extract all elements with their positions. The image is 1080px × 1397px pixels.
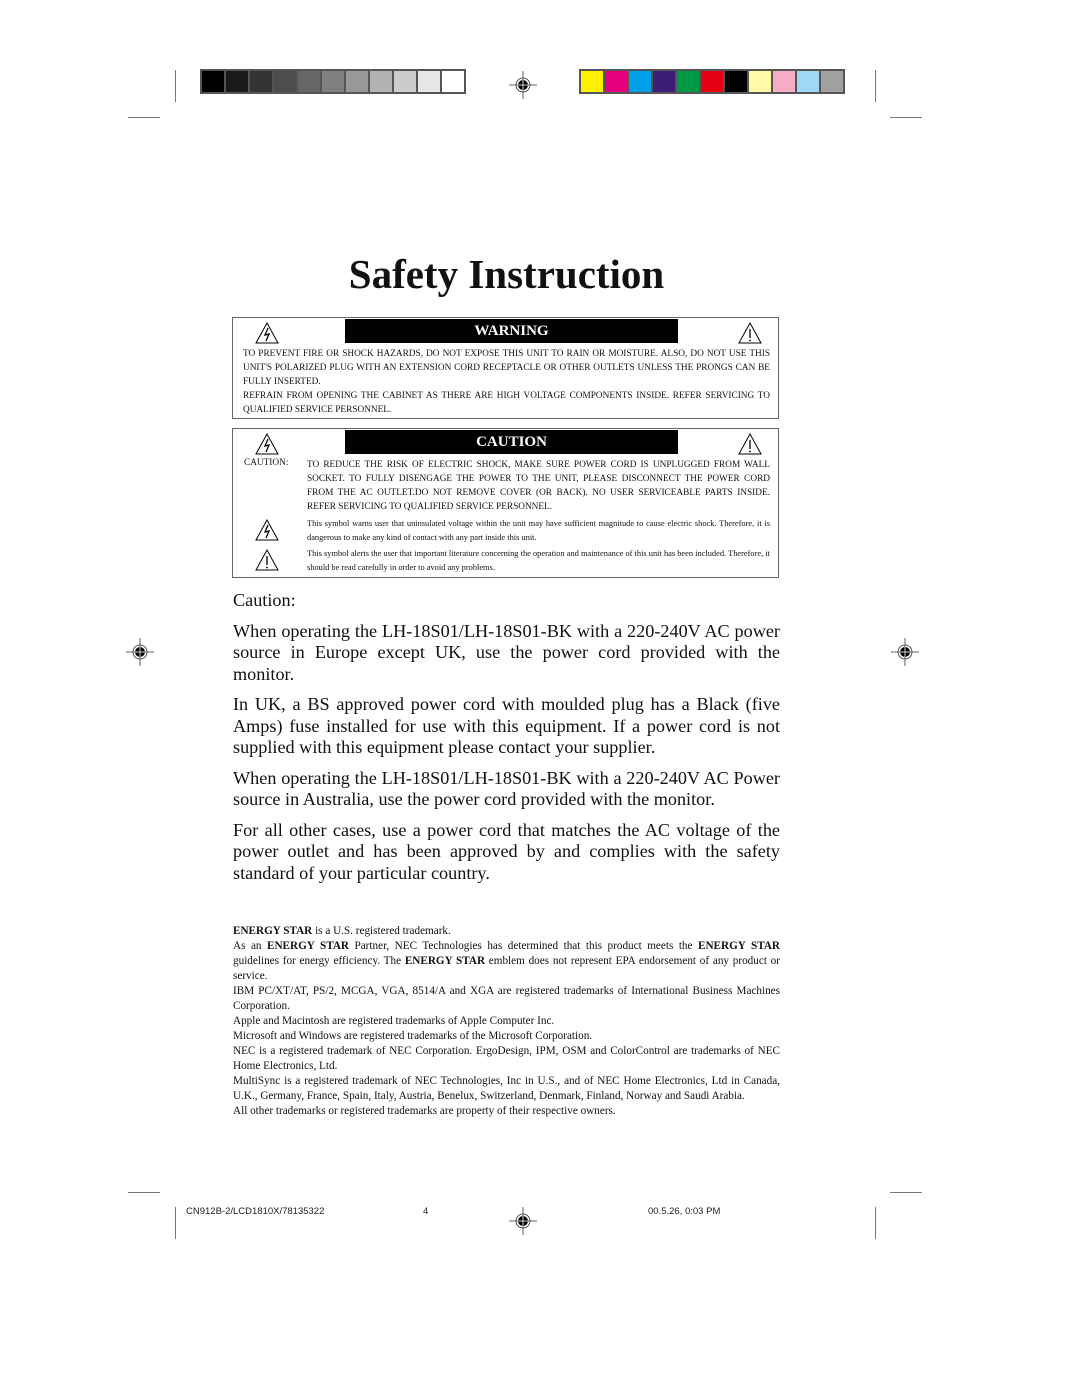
registration-mark-icon — [509, 1207, 537, 1235]
color-swatch — [226, 71, 248, 92]
symbol-explanation: This symbol alerts the user that importa… — [233, 547, 770, 575]
color-swatch — [725, 71, 747, 92]
color-swatch — [773, 71, 795, 92]
grayscale-color-bar — [200, 69, 466, 94]
color-swatch — [322, 71, 344, 92]
electric-shock-warning-icon — [255, 322, 279, 344]
energy-star-term: ENERGY STAR — [267, 940, 349, 952]
color-swatch — [274, 71, 296, 92]
color-swatch — [581, 71, 603, 92]
electric-shock-warning-icon — [255, 433, 279, 455]
warning-box: WARNING TO PREVENT FIRE OR SHOCK HAZARDS… — [232, 317, 779, 419]
registration-mark-icon — [509, 71, 537, 99]
crop-mark — [128, 117, 160, 118]
crop-mark — [875, 70, 876, 102]
warning-paragraph: REFRAIN FROM OPENING THE CABINET AS THER… — [243, 391, 770, 415]
color-swatch — [701, 71, 723, 92]
trademark-text: guidelines for energy efficiency. The — [233, 955, 405, 967]
registration-mark-icon — [126, 638, 154, 666]
trademark-text: As an — [233, 940, 268, 952]
energy-star-term: ENERGY STAR — [698, 940, 780, 952]
registration-mark-icon — [891, 638, 919, 666]
energy-star-term: ENERGY STAR — [233, 925, 313, 937]
trademark-line: All other trademarks or registered trade… — [233, 1105, 616, 1117]
trademark-energy-star: ENERGY STAR is a U.S. registered tradema… — [233, 924, 780, 939]
body-heading: Caution: — [233, 590, 296, 610]
color-swatch — [442, 71, 464, 92]
trademark-notices: ENERGY STAR is a U.S. registered tradema… — [233, 924, 780, 1119]
trademark-line: NEC is a registered trademark of NEC Cor… — [233, 1045, 780, 1072]
process-color-bar — [579, 69, 845, 94]
symbol-explanation-text: This symbol warns user that uninsulated … — [307, 519, 770, 542]
exclamation-warning-icon — [738, 322, 762, 344]
energy-star-term: ENERGY STAR — [404, 955, 486, 967]
exclamation-warning-icon — [738, 433, 762, 455]
symbol-explanation: This symbol warns user that uninsulated … — [233, 517, 770, 545]
exclamation-warning-icon — [255, 549, 279, 571]
trademark-energy-star-partner: As an ENERGY STAR Partner, NEC Technolog… — [233, 939, 780, 984]
crop-mark — [175, 1207, 176, 1239]
crop-mark — [890, 117, 922, 118]
trademark-text: is a U.S. registered trademark. — [312, 925, 451, 937]
color-swatch — [394, 71, 416, 92]
trademark-line: Apple and Macintosh are registered trade… — [233, 1015, 555, 1027]
crop-mark — [128, 1192, 160, 1193]
trademark-line: Microsoft and Windows are registered tra… — [233, 1030, 593, 1042]
color-swatch — [370, 71, 392, 92]
trademark-text: Partner, NEC Technologies has determined… — [348, 940, 699, 952]
color-swatch — [418, 71, 440, 92]
crop-mark — [175, 70, 176, 102]
body-paragraph: When operating the LH-18S01/LH-18S01-BK … — [233, 620, 780, 684]
warning-paragraph: TO PREVENT FIRE OR SHOCK HAZARDS, DO NOT… — [243, 349, 770, 387]
color-swatch — [797, 71, 819, 92]
caution-label: CAUTION: — [244, 458, 289, 468]
trademark-line: IBM PC/XT/AT, PS/2, MCGA, VGA, 8514/A an… — [233, 985, 780, 1012]
color-swatch — [821, 71, 843, 92]
color-swatch — [677, 71, 699, 92]
symbol-explanation-text: This symbol alerts the user that importa… — [307, 549, 770, 572]
body-paragraph: When operating the LH-18S01/LH-18S01-BK … — [233, 767, 780, 810]
crop-mark — [890, 1192, 922, 1193]
caution-text: TO REDUCE THE RISK OF ELECTRIC SHOCK, MA… — [307, 460, 770, 512]
page-title: Safety Instruction — [348, 251, 665, 297]
warning-text: TO PREVENT FIRE OR SHOCK HAZARDS, DO NOT… — [243, 347, 770, 417]
color-swatch — [346, 71, 368, 92]
color-swatch — [629, 71, 651, 92]
color-swatch — [202, 71, 224, 92]
footer-page-number: 4 — [423, 1206, 429, 1217]
color-swatch — [749, 71, 771, 92]
footer-file-id: CN912B-2/LCD1810X/78135322 — [186, 1206, 325, 1217]
body-text: Caution: When operating the LH-18S01/LH-… — [233, 590, 780, 893]
color-swatch — [250, 71, 272, 92]
electric-shock-warning-icon — [255, 519, 279, 541]
body-paragraph: In UK, a BS approved power cord with mou… — [233, 694, 780, 757]
crop-mark — [875, 1207, 876, 1239]
trademark-line: MultiSync is a registered trademark of N… — [233, 1075, 780, 1102]
caution-heading: CAUTION — [345, 430, 678, 454]
footer-timestamp: 00.5.26, 0:03 PM — [648, 1206, 721, 1217]
warning-heading: WARNING — [345, 319, 678, 343]
caution-box: CAUTION CAUTION: TO REDUCE THE RISK OF E… — [232, 428, 779, 578]
color-swatch — [298, 71, 320, 92]
body-paragraph: For all other cases, use a power cord th… — [233, 819, 780, 883]
color-swatch — [653, 71, 675, 92]
color-swatch — [605, 71, 627, 92]
